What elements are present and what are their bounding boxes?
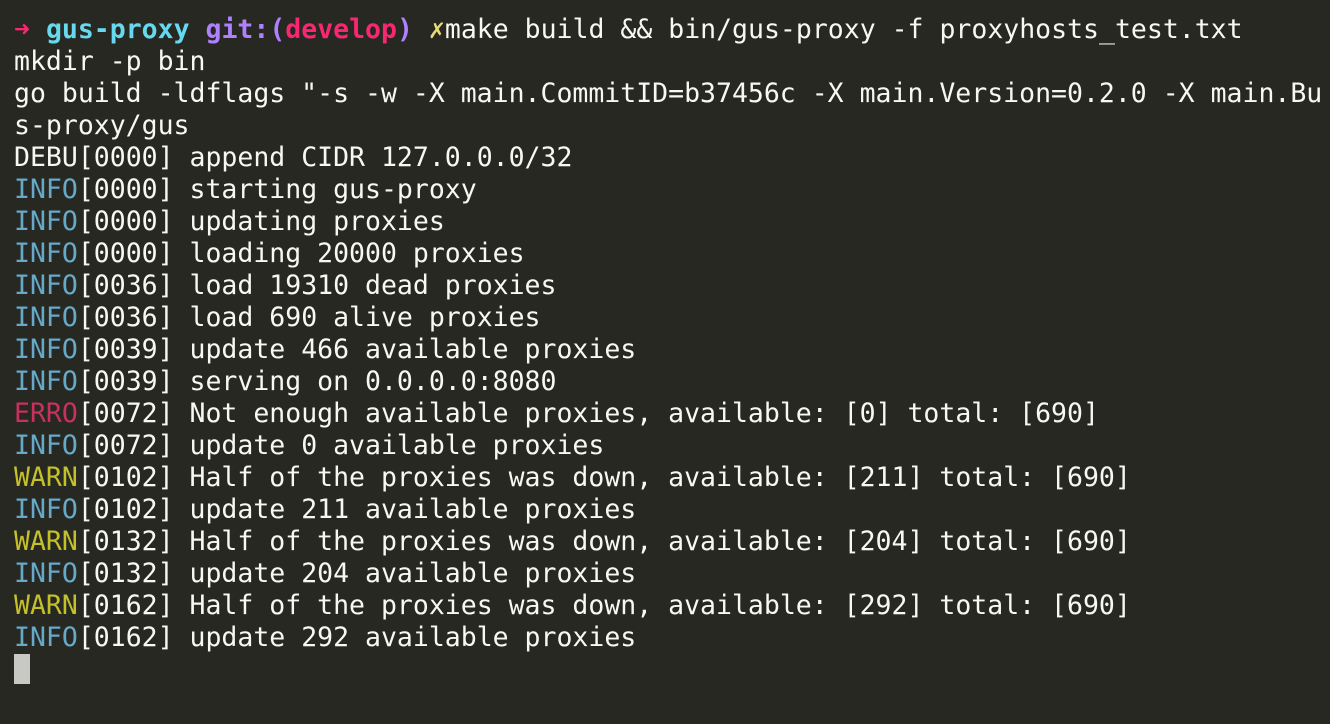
log-line: INFO[0102] update 211 available proxies	[14, 494, 1330, 526]
log-level: DEBU	[14, 142, 78, 173]
log-message: update 211 available proxies	[173, 494, 637, 525]
log-timestamp: [0039]	[77, 334, 174, 365]
log-timestamp: [0102]	[77, 494, 174, 525]
log-message: Half of the proxies was down, available:…	[173, 526, 1131, 557]
log-output: DEBU[0000] append CIDR 127.0.0.0/32 INFO[…	[14, 142, 1330, 654]
shell-prompt-line: ➜ gus-proxy git:(develop) ✗make build &&…	[14, 14, 1330, 46]
log-message: update 466 available proxies	[173, 334, 637, 365]
log-message: update 292 available proxies	[173, 622, 637, 653]
log-level: INFO	[14, 238, 78, 269]
terminal-cursor[interactable]	[14, 654, 30, 684]
log-message: Half of the proxies was down, available:…	[173, 590, 1131, 621]
prompt-directory: gus-proxy	[45, 14, 190, 45]
prompt-dirty-icon: ✗	[428, 14, 445, 45]
log-level: INFO	[14, 494, 78, 525]
log-level: INFO	[14, 430, 78, 461]
log-level: INFO	[14, 558, 78, 589]
log-message: load 690 alive proxies	[173, 302, 541, 333]
output-line: s-proxy/gus	[14, 110, 190, 141]
log-timestamp: [0000]	[77, 174, 174, 205]
log-timestamp: [0000]	[77, 142, 174, 173]
log-message: serving on 0.0.0.0:8080	[173, 366, 557, 397]
cursor-line	[14, 654, 1330, 686]
log-timestamp: [0162]	[77, 590, 174, 621]
log-timestamp: [0072]	[77, 398, 174, 429]
log-message: updating proxies	[173, 206, 445, 237]
log-level: INFO	[14, 302, 78, 333]
log-level: INFO	[14, 622, 78, 653]
log-line: INFO[0000] updating proxies	[14, 206, 1330, 238]
log-timestamp: [0072]	[77, 430, 174, 461]
log-timestamp: [0132]	[77, 558, 174, 589]
log-line: INFO[0000] loading 20000 proxies	[14, 238, 1330, 270]
log-line: ERRO[0072] Not enough available proxies,…	[14, 398, 1330, 430]
log-message: Not enough available proxies, available:…	[173, 398, 1099, 429]
prompt-git-branch: develop	[285, 14, 397, 45]
log-line: WARN[0102] Half of the proxies was down,…	[14, 462, 1330, 494]
log-message: update 204 available proxies	[173, 558, 637, 589]
log-level: INFO	[14, 270, 78, 301]
log-message: load 19310 dead proxies	[173, 270, 557, 301]
log-message: update 0 available proxies	[173, 430, 605, 461]
log-line: INFO[0000] starting gus-proxy	[14, 174, 1330, 206]
prompt-git-suffix: )	[396, 14, 413, 45]
log-timestamp: [0039]	[77, 366, 174, 397]
log-timestamp: [0162]	[77, 622, 174, 653]
log-line: DEBU[0000] append CIDR 127.0.0.0/32	[14, 142, 1330, 174]
log-timestamp: [0000]	[77, 206, 174, 237]
log-timestamp: [0036]	[77, 270, 174, 301]
log-message: append CIDR 127.0.0.0/32	[173, 142, 573, 173]
log-timestamp: [0102]	[77, 462, 174, 493]
log-level: INFO	[14, 334, 78, 365]
log-line: INFO[0072] update 0 available proxies	[14, 430, 1330, 462]
log-line: INFO[0039] serving on 0.0.0.0:8080	[14, 366, 1330, 398]
log-line: INFO[0036] load 690 alive proxies	[14, 302, 1330, 334]
log-level: WARN	[14, 590, 78, 621]
output-line: go build -ldflags "-s -w -X main.CommitI…	[14, 78, 1323, 109]
log-level: WARN	[14, 462, 78, 493]
log-line: WARN[0132] Half of the proxies was down,…	[14, 526, 1330, 558]
log-timestamp: [0036]	[77, 302, 174, 333]
log-message: Half of the proxies was down, available:…	[173, 462, 1131, 493]
log-line: INFO[0039] update 466 available proxies	[14, 334, 1330, 366]
log-line: WARN[0162] Half of the proxies was down,…	[14, 590, 1330, 622]
log-message: starting gus-proxy	[173, 174, 477, 205]
log-message: loading 20000 proxies	[173, 238, 525, 269]
log-timestamp: [0000]	[77, 238, 174, 269]
prompt-git-prefix: git:(	[205, 14, 286, 45]
log-level: ERRO	[14, 398, 78, 429]
output-line: mkdir -p bin	[14, 46, 206, 77]
log-level: INFO	[14, 174, 78, 205]
log-level: INFO	[14, 366, 78, 397]
log-line: INFO[0162] update 292 available proxies	[14, 622, 1330, 654]
log-timestamp: [0132]	[77, 526, 174, 557]
log-level: WARN	[14, 526, 78, 557]
prompt-command: make build && bin/gus-proxy -f proxyhost…	[444, 14, 1243, 45]
log-line: INFO[0132] update 204 available proxies	[14, 558, 1330, 590]
log-level: INFO	[14, 206, 78, 237]
log-line: INFO[0036] load 19310 dead proxies	[14, 270, 1330, 302]
prompt-arrow-icon: ➜	[14, 14, 30, 45]
terminal-window[interactable]: ➜ gus-proxy git:(develop) ✗make build &&…	[0, 0, 1330, 724]
